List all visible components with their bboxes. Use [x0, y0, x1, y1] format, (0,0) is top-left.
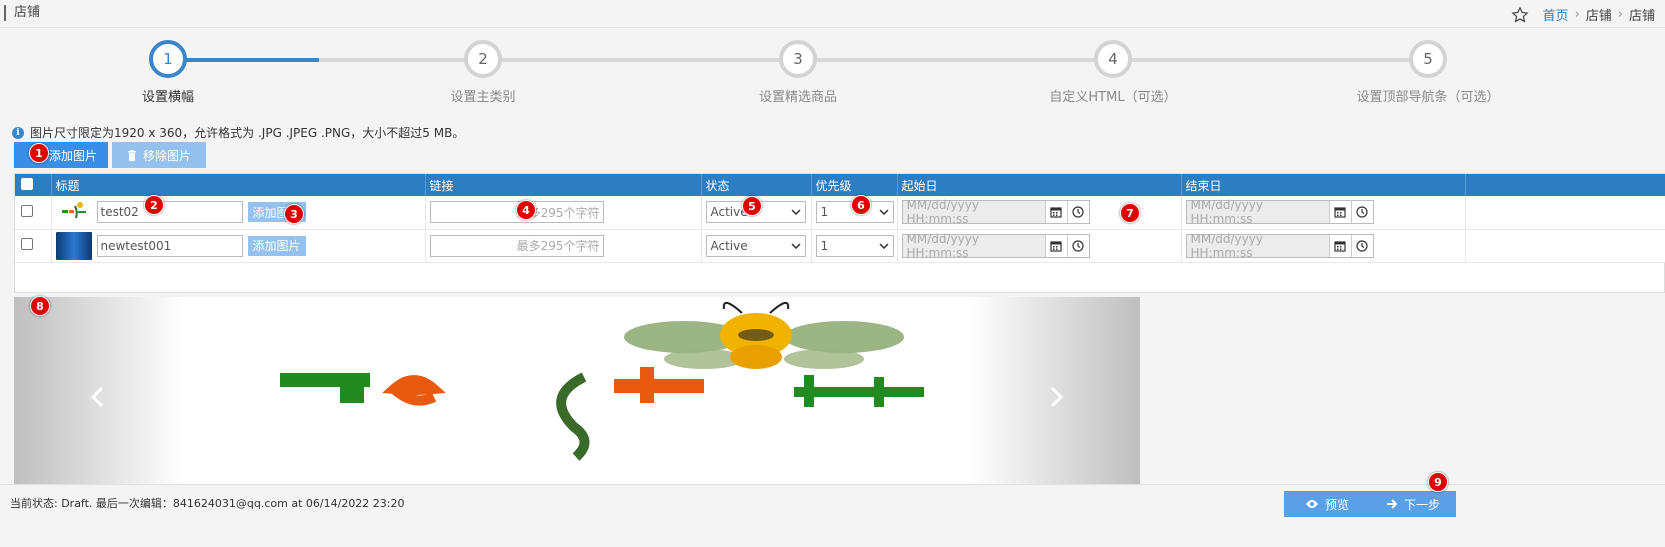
preview-label: 预览 [1324, 497, 1349, 512]
column-header-title: 标题 [51, 174, 426, 196]
step-number: 3 [779, 40, 817, 78]
preview-button[interactable]: 预览 [1284, 491, 1370, 517]
add-image-label: 添加图片 [48, 148, 97, 163]
priority-value: 1 [820, 238, 829, 253]
arrow-right-icon [1386, 499, 1398, 509]
footer-bar: 当前状态: Draft. 最后一次编辑：841624031@qq.com at … [0, 484, 1665, 517]
image-requirements-note: i 图片尺寸限定为1920 x 360，允许格式为 .JPG .JPEG .PN… [12, 124, 464, 141]
step-4[interactable]: 4 自定义HTML（可选） [1013, 40, 1213, 105]
step-label: 设置横幅 [141, 90, 194, 105]
annotation-marker: 6 [851, 195, 871, 215]
priority-select[interactable]: 1 [815, 234, 894, 257]
calendar-icon[interactable] [1328, 201, 1351, 224]
clock-icon[interactable] [1350, 234, 1373, 257]
info-icon: i [12, 126, 24, 139]
column-header-status: 状态 [701, 174, 812, 196]
annotation-marker: 3 [284, 204, 304, 224]
chevron-down-icon [790, 209, 801, 216]
priority-value: 1 [820, 205, 829, 220]
breadcrumb-store[interactable]: 店铺 [1586, 5, 1612, 24]
annotation-marker: 9 [1428, 472, 1448, 492]
step-number: 2 [464, 40, 502, 78]
link-input[interactable]: 最多295个字符 [429, 234, 604, 257]
banner-table: 标题 链接 状态 优先级 起始日 结束日 test02 添加图片 最多295个字… [14, 173, 1665, 293]
banner-thumbnail [55, 198, 92, 227]
title-input[interactable]: newtest001 [96, 234, 243, 257]
table-row: test02 添加图片 最多295个字符 Active 1 MM/dd/yyyy… [15, 196, 1665, 230]
eye-icon [1305, 500, 1318, 508]
breadcrumb-home[interactable]: 首页 [1543, 5, 1569, 24]
step-label: 设置精选商品 [758, 90, 837, 105]
breadcrumb: 首页 › 店铺 › 店铺 [1511, 5, 1655, 24]
title-input[interactable]: test02 [96, 201, 243, 224]
chevron-right-icon[interactable] [1044, 385, 1068, 409]
step-label: 设置顶部导航条（可选） [1356, 90, 1500, 105]
start-date-picker[interactable]: MM/dd/yyyy HH:mm:ss [901, 198, 1090, 226]
status-value: Active [710, 238, 748, 253]
annotation-marker: 8 [30, 296, 50, 316]
step-label: 设置主类别 [450, 90, 516, 105]
breadcrumb-current: 店铺 [1628, 9, 1655, 24]
calendar-icon[interactable] [1044, 234, 1067, 257]
row-checkbox[interactable] [21, 204, 33, 217]
chevron-down-icon [878, 242, 889, 249]
column-header-start-date: 起始日 [897, 174, 1182, 196]
remove-image-label: 移除图片 [142, 148, 191, 163]
page-title: 店铺 [4, 5, 40, 21]
clock-icon[interactable] [1066, 234, 1089, 257]
annotation-marker: 4 [516, 200, 536, 220]
chevron-left-icon[interactable] [86, 385, 110, 409]
top-bar: 店铺 首页 › 店铺 › 店铺 [0, 0, 1665, 28]
clock-icon[interactable] [1066, 201, 1089, 224]
step-3[interactable]: 3 设置精选商品 [698, 40, 898, 105]
end-date-input[interactable]: MM/dd/yyyy HH:mm:ss [1187, 232, 1329, 260]
remove-image-button[interactable]: 移除图片 [112, 142, 206, 168]
step-label: 自定义HTML（可选） [1049, 90, 1177, 105]
column-header-end-date: 结束日 [1181, 174, 1466, 196]
column-header-priority: 优先级 [811, 174, 898, 196]
step-number: 4 [1094, 40, 1132, 78]
step-5[interactable]: 5 设置顶部导航条（可选） [1328, 40, 1528, 105]
step-1[interactable]: 1 设置横幅 [68, 40, 268, 105]
column-header-link: 链接 [425, 174, 702, 196]
annotation-marker: 1 [29, 143, 49, 163]
next-step-label: 下一步 [1403, 497, 1440, 512]
calendar-icon[interactable] [1328, 234, 1351, 257]
end-date-picker[interactable]: MM/dd/yyyy HH:mm:ss [1185, 198, 1374, 226]
breadcrumb-separator: › [1574, 7, 1580, 22]
annotation-marker: 7 [1120, 203, 1140, 223]
annotation-marker: 5 [742, 196, 762, 216]
clock-icon[interactable] [1350, 201, 1373, 224]
step-2[interactable]: 2 设置主类别 [383, 40, 583, 105]
info-text: 图片尺寸限定为1920 x 360，允许格式为 .JPG .JPEG .PNG，… [30, 126, 465, 140]
calendar-icon[interactable] [1044, 201, 1067, 224]
chevron-down-icon [790, 242, 801, 249]
star-icon[interactable] [1511, 5, 1529, 24]
edit-status: 当前状态: Draft. 最后一次编辑：841624031@qq.com at … [10, 497, 405, 510]
chevron-down-icon [878, 209, 889, 216]
breadcrumb-separator: › [1617, 7, 1623, 22]
banner-thumbnail [55, 231, 92, 260]
next-step-button[interactable]: 下一步 [1370, 491, 1456, 517]
row-add-image-button[interactable]: 添加图片 [247, 235, 306, 256]
add-image-button[interactable]: 添加图片 [14, 142, 108, 168]
start-date-picker[interactable]: MM/dd/yyyy HH:mm:ss [901, 232, 1090, 260]
banner-carousel [14, 297, 1140, 485]
step-number: 5 [1409, 40, 1447, 78]
end-date-picker[interactable]: MM/dd/yyyy HH:mm:ss [1185, 232, 1374, 260]
wizard-stepper: 1 设置横幅 2 设置主类别 3 设置精选商品 4 自定义HTML（可选） 5 … [0, 40, 1665, 106]
end-date-input[interactable]: MM/dd/yyyy HH:mm:ss [1187, 198, 1329, 226]
status-select[interactable]: Active [705, 234, 806, 257]
step-number: 1 [149, 40, 187, 78]
select-all-checkbox[interactable] [21, 177, 33, 190]
table-row: newtest001 添加图片 最多295个字符 Active 1 MM/dd/… [15, 229, 1665, 263]
start-date-input[interactable]: MM/dd/yyyy HH:mm:ss [903, 198, 1045, 226]
annotation-marker: 2 [144, 195, 164, 215]
trash-icon [127, 149, 136, 161]
row-checkbox[interactable] [21, 238, 33, 250]
start-date-input[interactable]: MM/dd/yyyy HH:mm:ss [903, 232, 1045, 260]
table-header: 标题 链接 状态 优先级 起始日 结束日 [15, 174, 1665, 196]
